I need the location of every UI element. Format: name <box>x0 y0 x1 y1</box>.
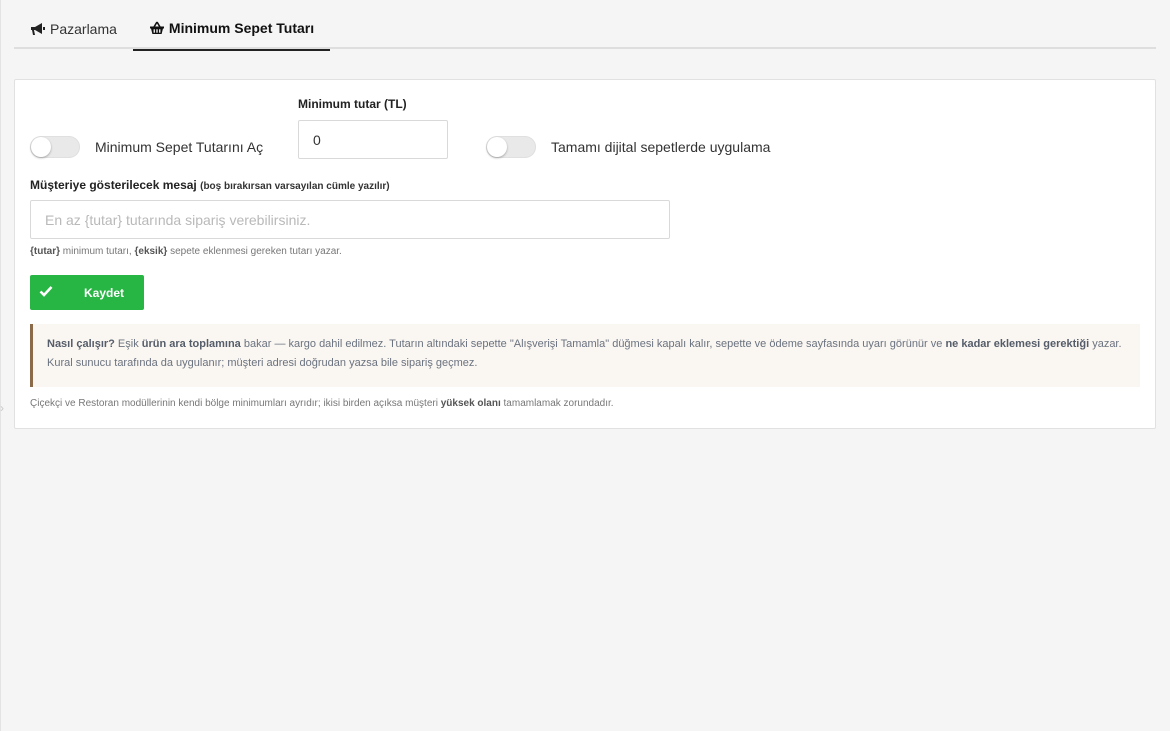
save-button-label: Kaydet <box>84 286 125 300</box>
check-icon <box>39 285 53 300</box>
info-bold-1: ürün ara toplamına <box>141 338 241 350</box>
bullhorn-icon <box>30 22 46 36</box>
shopping-basket-icon <box>149 21 165 35</box>
footer-note-bold: yüksek olanı <box>440 398 501 409</box>
digital-cart-toggle[interactable] <box>486 136 536 158</box>
tutar-token: {tutar} <box>30 246 61 257</box>
message-label: Müşteriye gösterilecek mesaj (boş bırakı… <box>30 178 390 192</box>
enable-minimum-label: Minimum Sepet Tutarını Aç <box>95 139 264 155</box>
min-amount-label: Minimum tutar (TL) <box>298 97 407 111</box>
info-text-1: Eşik <box>114 338 142 350</box>
tab-label: Pazarlama <box>50 20 117 37</box>
footer-note-text-1: Çiçekçi ve Restoran modüllerinin kendi b… <box>30 398 441 409</box>
info-text-2: bakar — kargo dahil edilmez. Tutarın alt… <box>240 338 946 350</box>
info-title: Nasıl çalışır? <box>47 338 115 350</box>
info-callout: Nasıl çalışır? Eşik ürün ara toplamına b… <box>30 324 1140 387</box>
save-button[interactable]: Kaydet <box>30 275 144 310</box>
eksik-token: {eksik} <box>134 246 168 257</box>
message-label-text: Müşteriye gösterilecek mesaj <box>30 178 197 192</box>
placeholder-help-text: {tutar} minimum tutarı, {eksik} sepete e… <box>30 246 342 257</box>
eksik-description: sepete eklenmesi gereken tutarı yazar. <box>167 246 342 257</box>
message-label-hint: (boş bırakırsan varsayılan cümle yazılır… <box>200 181 390 192</box>
tab-minimum-sepet-tutari[interactable]: Minimum Sepet Tutarı <box>132 8 331 51</box>
tab-bar: Pazarlama Minimum Sepet Tutarı <box>14 8 1156 51</box>
digital-cart-label: Tamamı dijital sepetlerde uygulama <box>551 139 771 155</box>
footer-note-text-2: tamamlamak zorundadır. <box>500 398 614 409</box>
tutar-description: minimum tutarı, <box>60 246 135 257</box>
enable-minimum-toggle[interactable] <box>30 136 80 158</box>
message-input[interactable] <box>30 200 670 239</box>
info-bold-2: ne kadar eklemesi gerektiği <box>945 338 1090 350</box>
toggle-knob <box>31 137 51 157</box>
footer-note: Çiçekçi ve Restoran modüllerinin kendi b… <box>30 398 614 409</box>
min-amount-input[interactable] <box>298 120 448 159</box>
tab-label: Minimum Sepet Tutarı <box>168 19 315 36</box>
settings-panel: Minimum Sepet Tutarını Aç Minimum tutar … <box>14 79 1156 429</box>
tab-pazarlama[interactable]: Pazarlama <box>14 8 133 49</box>
toggle-knob <box>487 137 507 157</box>
chevron-right-icon: › <box>0 401 4 415</box>
